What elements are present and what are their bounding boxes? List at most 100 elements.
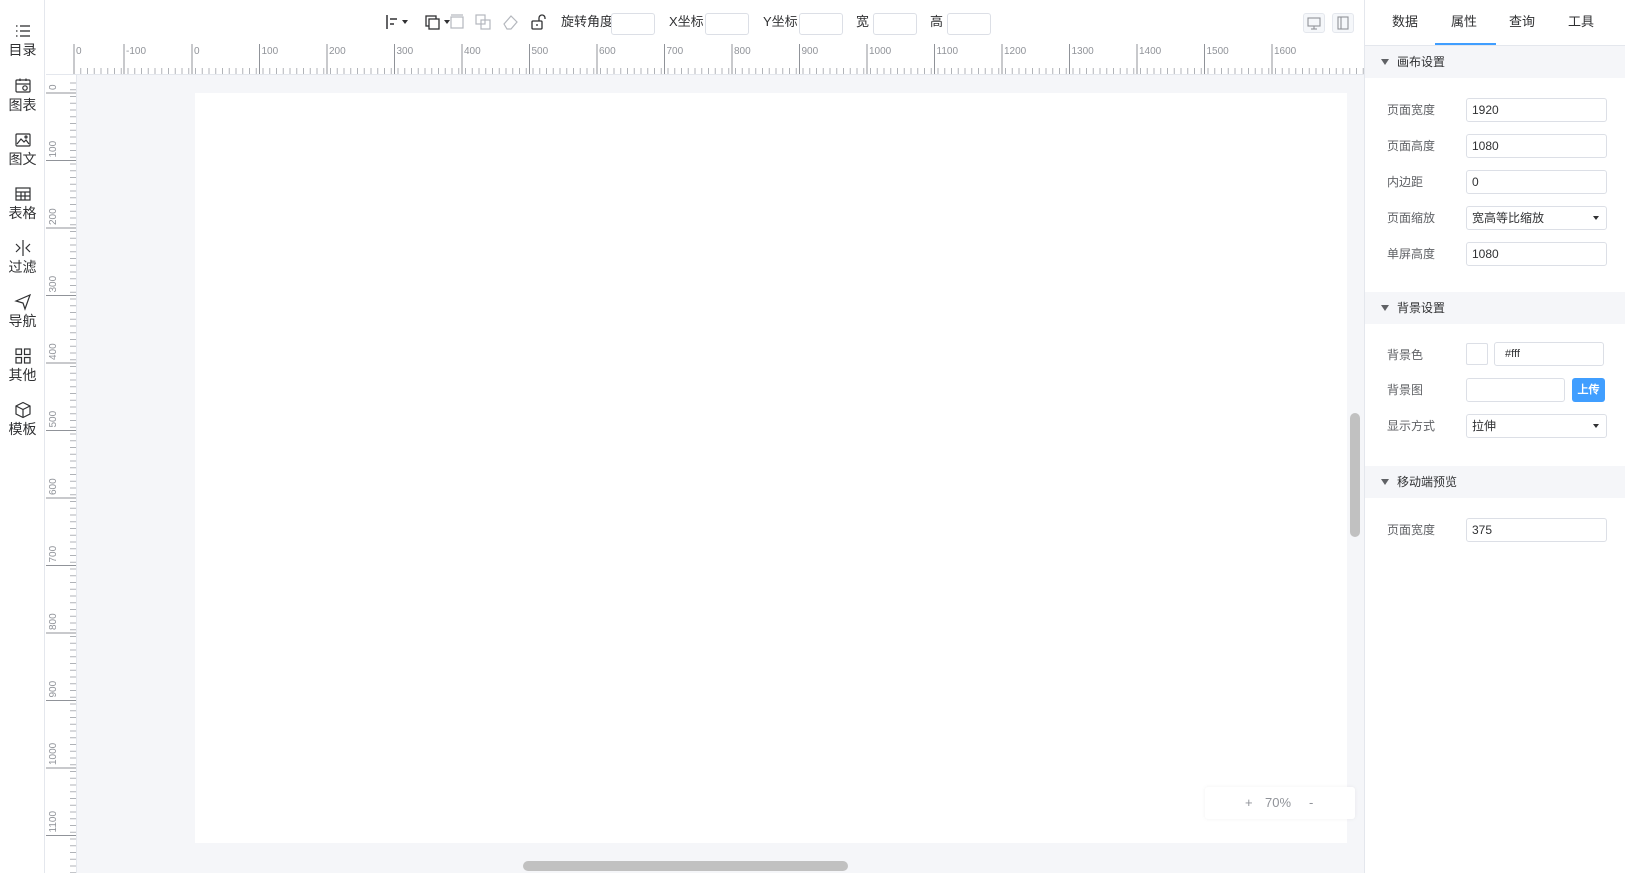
ruler-tick-label: 100: [262, 46, 279, 57]
tab-tools[interactable]: 工具: [1568, 14, 1594, 30]
rotate-input[interactable]: [611, 13, 655, 35]
group-button[interactable]: [448, 13, 466, 31]
sidebar-item-filter[interactable]: 过滤: [0, 239, 45, 289]
display-mode-label: 显示方式: [1387, 419, 1436, 433]
ruler-tick-label: 200: [329, 46, 346, 57]
width-input[interactable]: [873, 13, 917, 35]
ruler-tick-label: 1400: [1139, 46, 1162, 57]
mobile-preview-button[interactable]: [1332, 13, 1354, 33]
page-scale-select[interactable]: 宽高等比缩放: [1466, 206, 1607, 230]
ruler-tick-label: 1600: [1274, 46, 1297, 57]
lock-button[interactable]: [529, 13, 547, 31]
zoom-out-button[interactable]: -: [1309, 795, 1313, 811]
sidebar-item-table[interactable]: 表格: [0, 185, 45, 235]
panel-tabs: 数据 属性 查询 工具: [1365, 0, 1625, 46]
top-toolbar: 旋转角度 X坐标 Y坐标 宽 高: [46, 0, 1364, 44]
sidebar-item-label: 导航: [8, 313, 37, 329]
ruler-tick-label: 800: [734, 46, 751, 57]
ruler-tick-label: -100: [126, 46, 146, 57]
filter-icon: [15, 240, 30, 256]
mobile-page-width-input[interactable]: 375: [1466, 518, 1607, 542]
ruler-tick-label: 600: [599, 46, 616, 57]
grid-icon: [14, 348, 31, 364]
cube-icon: [14, 401, 31, 419]
bg-color-swatch[interactable]: [1466, 343, 1488, 365]
bg-image-input[interactable]: [1466, 378, 1565, 402]
canvas-area[interactable]: + 70% -: [77, 75, 1364, 873]
x-coord-input[interactable]: [705, 13, 749, 35]
collapse-caret-icon: [1381, 479, 1389, 485]
tab-data[interactable]: 数据: [1392, 14, 1418, 30]
tab-query[interactable]: 查询: [1509, 14, 1535, 30]
ruler-tick-label: 1000: [869, 46, 892, 57]
height-input[interactable]: [947, 13, 991, 35]
sidebar-item-chart[interactable]: 图表: [0, 77, 45, 127]
zoom-in-button[interactable]: +: [1245, 795, 1253, 811]
sidebar-item-label: 图文: [8, 151, 37, 167]
horizontal-scrollbar[interactable]: [523, 861, 848, 871]
ruler-tick-label: 500: [48, 410, 59, 427]
zoom-control: + 70% -: [1205, 787, 1355, 819]
ruler-tick-label: 1500: [1207, 46, 1230, 57]
ruler-tick-label: 300: [397, 46, 414, 57]
ruler-tick-label: 1200: [1004, 46, 1027, 57]
sidebar-item-template[interactable]: 模板: [0, 401, 45, 451]
padding-input[interactable]: 0: [1466, 170, 1607, 194]
mobile-page-width-label: 页面宽度: [1387, 523, 1436, 537]
unlock-icon: [531, 14, 546, 30]
upload-button[interactable]: 上传: [1572, 378, 1605, 402]
height-label: 高: [930, 14, 944, 29]
canvas-settings-header[interactable]: 画布设置: [1365, 46, 1625, 78]
active-tab-indicator: [1435, 43, 1496, 45]
pc-preview-button[interactable]: [1303, 13, 1325, 33]
screen-height-input[interactable]: 1080: [1466, 242, 1607, 266]
ruler-tick-label: 700: [48, 545, 59, 562]
mobile-preview-header[interactable]: 移动端预览: [1365, 466, 1625, 498]
ruler-tick-label: 100: [48, 140, 59, 157]
page-height-input[interactable]: 1080: [1466, 134, 1607, 158]
sidebar-item-label: 图表: [8, 97, 37, 113]
sidebar-item-label: 其他: [8, 367, 37, 383]
erase-button[interactable]: [501, 13, 519, 31]
vertical-ruler[interactable]: 0 100 200 300 400 500 600 700 800 900 1000 1100: [46, 75, 77, 873]
ungroup-button[interactable]: [474, 13, 492, 31]
vertical-ruler-scale: 0 100 200 300 400 500 600 700 800 900 1000 1100: [46, 82, 76, 873]
y-coord-label: Y坐标: [763, 14, 798, 29]
page-width-label: 页面宽度: [1387, 103, 1436, 117]
calendar-chart-icon: [14, 78, 31, 93]
ruler-tick-label: 400: [48, 343, 59, 360]
y-coord-input[interactable]: [799, 13, 843, 35]
ruler-tick-label: 700: [667, 46, 684, 57]
vertical-scrollbar[interactable]: [1350, 413, 1360, 537]
table-icon: [14, 187, 31, 201]
ruler-tick-label: 400: [464, 46, 481, 57]
section-title: 移动端预览: [1397, 475, 1458, 489]
page-width-input[interactable]: 1920: [1466, 98, 1607, 122]
ruler-tick-label: 1100: [937, 46, 959, 57]
eraser-icon: [503, 15, 518, 30]
design-page[interactable]: [195, 93, 1347, 843]
bg-color-label: 背景色: [1387, 348, 1424, 362]
ruler-tick-label: 0: [76, 46, 82, 57]
horizontal-ruler[interactable]: 0 -100 0 100 200 300 400 500 600 700 800 900 1000 110…: [46, 44, 1364, 75]
page-scale-value: 宽高等比缩放: [1472, 211, 1545, 225]
align-dropdown[interactable]: [384, 13, 412, 31]
bg-color-input[interactable]: #fff: [1494, 342, 1604, 366]
sidebar-item-navigation[interactable]: 导航: [0, 293, 45, 343]
sidebar-item-other[interactable]: 其他: [0, 347, 45, 397]
chevron-down-icon: [1593, 424, 1599, 428]
component-sidebar: 目录 图表 图文 表格 过滤 导航 其他 模板: [0, 0, 45, 873]
ruler-tick-label: 1000: [48, 742, 59, 765]
sidebar-item-image-text[interactable]: 图文: [0, 131, 45, 181]
sidebar-item-label: 过滤: [8, 259, 37, 275]
tab-properties[interactable]: 属性: [1451, 14, 1477, 30]
rotate-label: 旋转角度: [561, 14, 614, 29]
screen-height-label: 单屏高度: [1387, 247, 1436, 261]
sidebar-item-catalog[interactable]: 目录: [0, 22, 45, 72]
align-left-icon: [386, 15, 408, 29]
background-settings-header[interactable]: 背景设置: [1365, 292, 1625, 324]
ruler-tick-label: 500: [532, 46, 549, 57]
bg-image-label: 背景图: [1387, 383, 1424, 397]
display-mode-select[interactable]: 拉伸: [1466, 414, 1607, 438]
ruler-tick-label: 0: [48, 84, 59, 90]
